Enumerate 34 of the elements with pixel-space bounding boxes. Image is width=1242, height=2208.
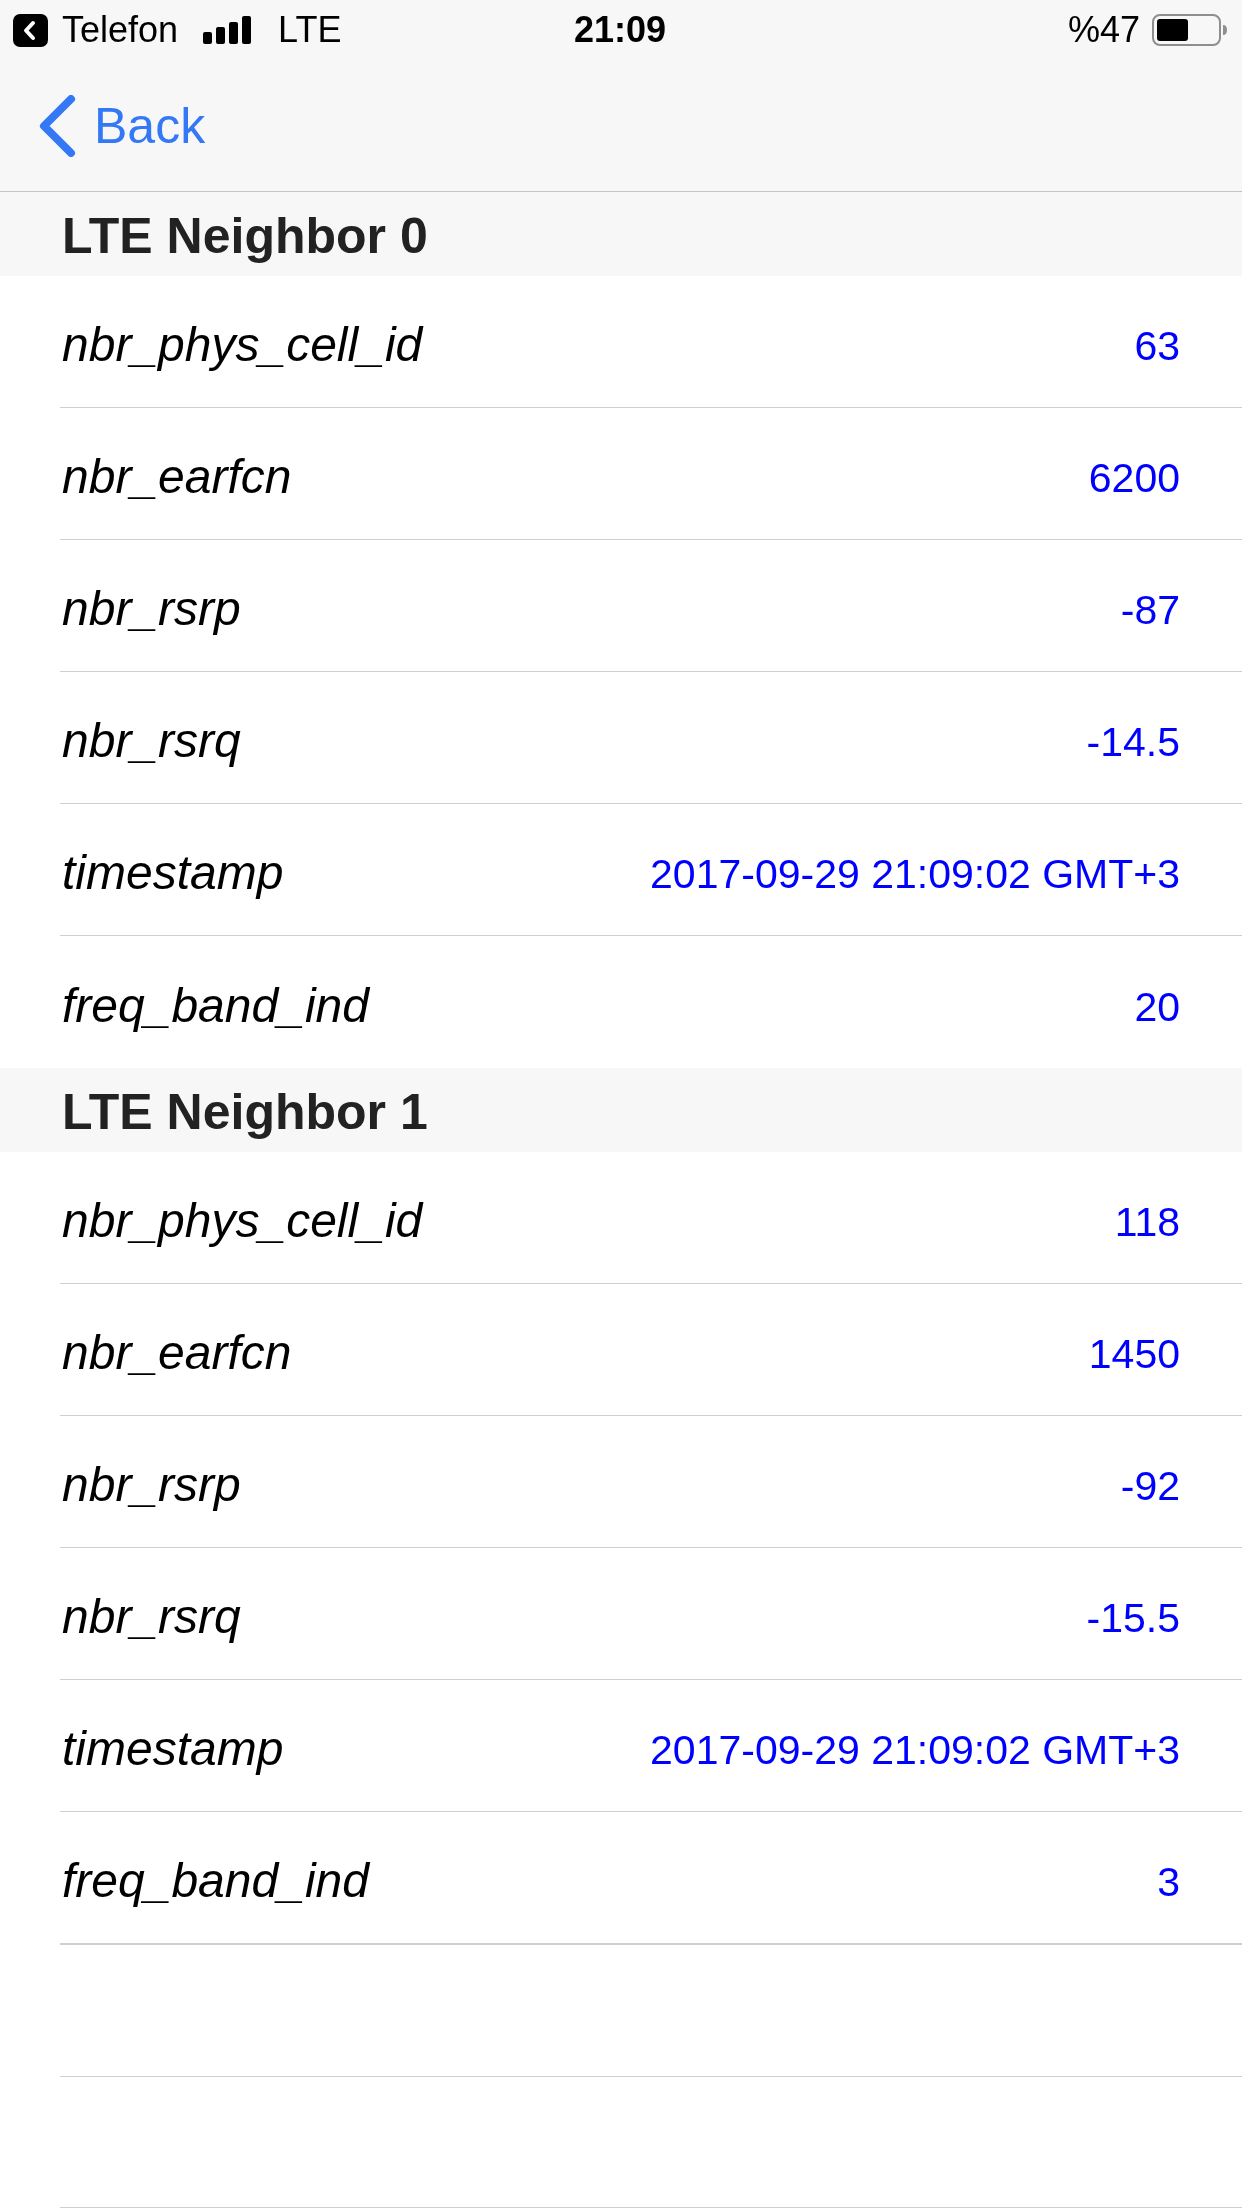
field-label: nbr_phys_cell_id xyxy=(62,1193,423,1248)
field-value: -92 xyxy=(1120,1462,1180,1510)
field-value: 118 xyxy=(1114,1198,1180,1246)
field-label: timestamp xyxy=(62,1721,284,1776)
field-value: -15.5 xyxy=(1086,1594,1180,1642)
field-value: -14.5 xyxy=(1086,718,1180,766)
back-button[interactable]: Back xyxy=(38,94,206,157)
field-label: nbr_rsrq xyxy=(62,713,241,768)
field-value: -87 xyxy=(1120,586,1180,634)
field-label: nbr_phys_cell_id xyxy=(62,317,423,372)
battery-percent: %47 xyxy=(1067,10,1140,50)
field-value: 3 xyxy=(1157,1858,1180,1906)
field-label: timestamp xyxy=(62,845,284,900)
section-header: LTE Neighbor 1 xyxy=(0,1068,1242,1152)
battery-icon xyxy=(1152,14,1227,46)
field-label: nbr_earfcn xyxy=(62,449,292,504)
field-value: 63 xyxy=(1134,322,1180,370)
field-label: nbr_rsrp xyxy=(62,1457,241,1512)
field-label: freq_band_ind xyxy=(62,1853,369,1908)
chevron-left-icon xyxy=(38,94,76,157)
field-label: nbr_rsrp xyxy=(62,581,241,636)
field-value: 1450 xyxy=(1088,1330,1180,1378)
field-label: freq_band_ind xyxy=(62,977,369,1033)
network-type: LTE xyxy=(278,10,342,50)
field-value: 6200 xyxy=(1088,454,1180,502)
field-label: nbr_rsrq xyxy=(62,1589,241,1644)
field-value: 20 xyxy=(1134,982,1180,1031)
section-header: LTE Neighbor 0 xyxy=(0,192,1242,276)
field-value: 2017-09-29 21:09:02 GMT+3 xyxy=(650,1726,1180,1774)
field-label: nbr_earfcn xyxy=(62,1325,292,1380)
clock-time: 21:09 xyxy=(573,10,667,50)
field-value: 2017-09-29 21:09:02 GMT+3 xyxy=(650,850,1180,898)
back-to-app-link[interactable]: Telefon xyxy=(13,10,179,50)
signal-bars-icon xyxy=(203,16,252,44)
